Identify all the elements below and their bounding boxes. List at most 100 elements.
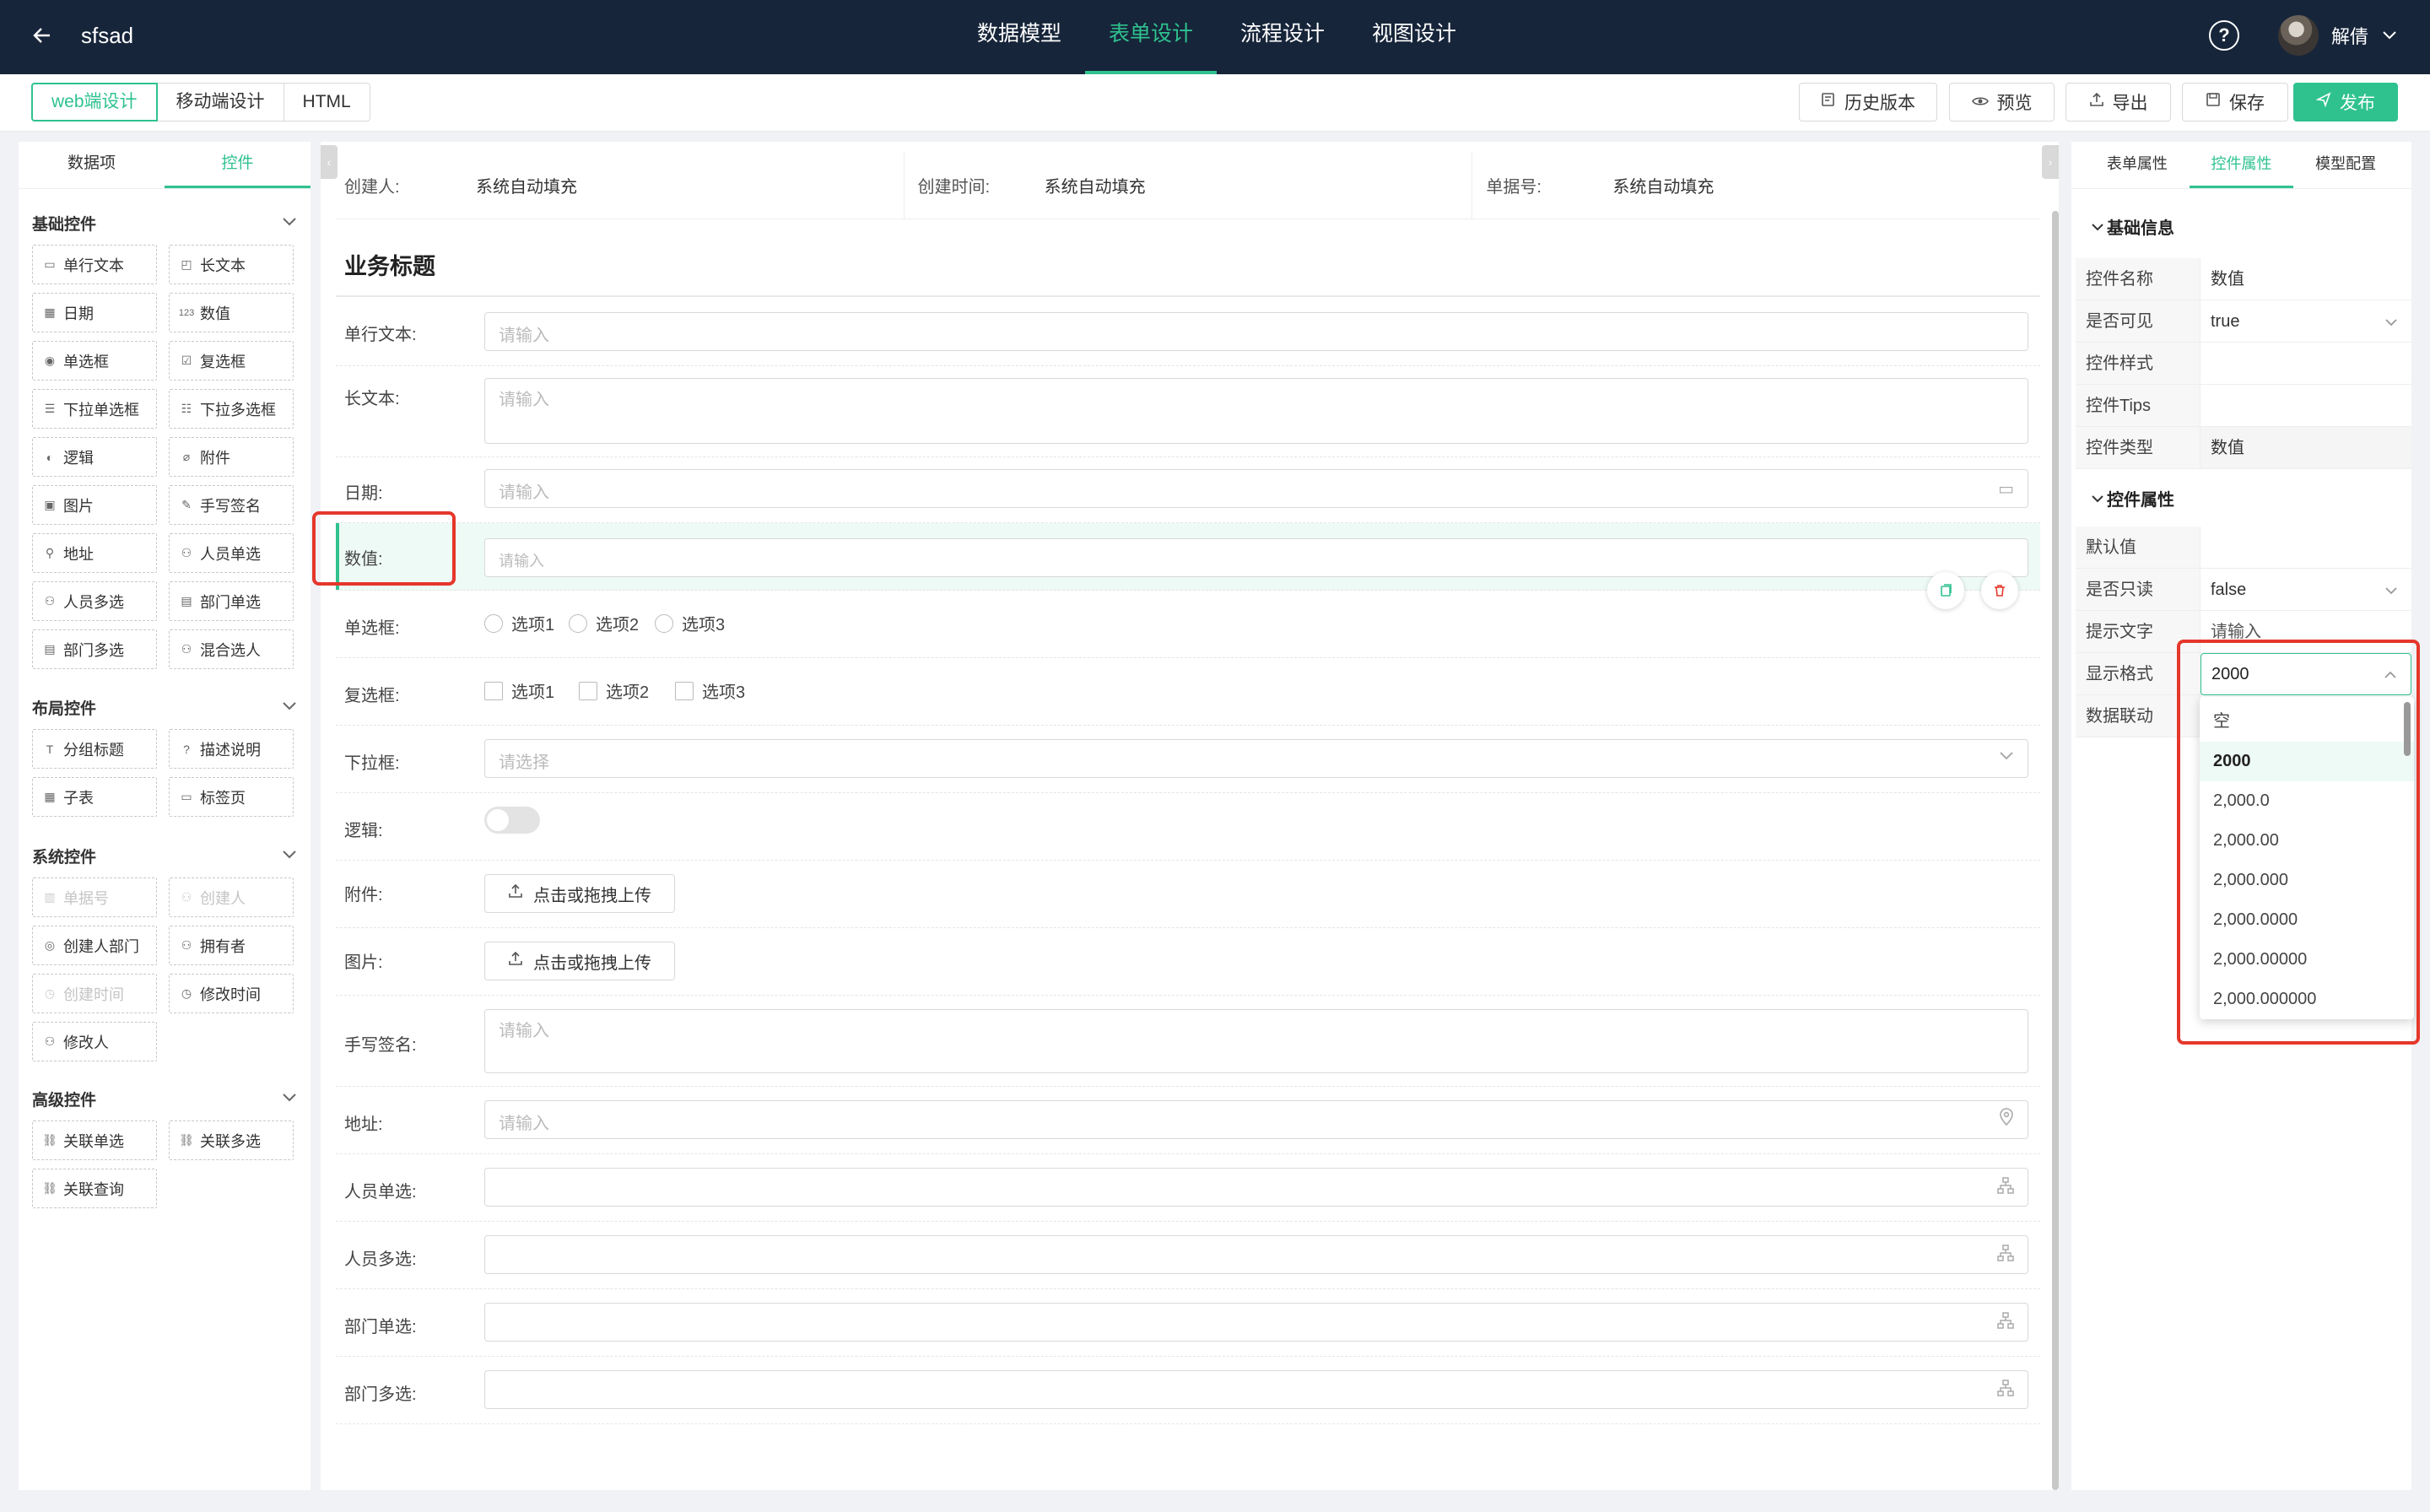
format-option-6-decimal[interactable]: 2,000.000000: [2200, 980, 2414, 1019]
control-style-input[interactable]: [2200, 343, 2411, 384]
display-format-select[interactable]: 2000: [2200, 653, 2411, 695]
tab-control-properties[interactable]: 控件属性: [2189, 142, 2294, 188]
layout-controls-header[interactable]: 布局控件: [32, 690, 297, 724]
field-checkbox[interactable]: 复选框: 选项1 选项2 选项3: [336, 658, 2040, 726]
format-option-empty[interactable]: 空: [2200, 702, 2414, 742]
control-signature[interactable]: ✎ 手写签名: [169, 485, 294, 525]
checkbox-option-2[interactable]: 选项2: [579, 678, 649, 703]
format-option-2000[interactable]: 2000: [2200, 742, 2414, 781]
radio-option-1[interactable]: 选项1: [484, 611, 554, 635]
save-button[interactable]: 保存: [2182, 83, 2288, 122]
collapse-left-icon[interactable]: ‹: [321, 145, 338, 179]
field-radio[interactable]: 单选框: 选项1 选项2 选项3: [336, 591, 2040, 658]
control-date[interactable]: ▦ 日期: [32, 293, 157, 332]
field-date[interactable]: 日期: 请输入 ▭: [336, 457, 2040, 523]
single-text-input[interactable]: 请输入: [484, 312, 2028, 351]
field-image[interactable]: 图片: 点击或拖拽上传: [336, 928, 2040, 996]
tab-form-design[interactable]: 表单设计: [1085, 0, 1218, 74]
tab-controls[interactable]: 控件: [165, 142, 310, 188]
control-radio[interactable]: ◉ 单选框: [32, 341, 157, 381]
control-long-text[interactable]: ◰ 长文本: [169, 245, 294, 284]
tab-data-items[interactable]: 数据项: [19, 142, 165, 188]
field-number-selected[interactable]: 数值: 请输入: [336, 523, 2040, 591]
control-modifier[interactable]: ⚇ 修改人: [32, 1022, 157, 1061]
person-single-input[interactable]: [484, 1168, 2028, 1207]
format-option-3-decimal[interactable]: 2,000.000: [2200, 861, 2414, 900]
tab-data-model[interactable]: 数据模型: [953, 0, 1085, 74]
default-value-input[interactable]: [2200, 526, 2411, 568]
control-dropdown-multi[interactable]: ☷ 下拉多选框: [169, 389, 294, 429]
format-option-4-decimal[interactable]: 2,000.0000: [2200, 900, 2414, 940]
advanced-controls-header[interactable]: 高级控件: [32, 1082, 297, 1115]
checkbox-option-3[interactable]: 选项3: [675, 678, 745, 703]
preview-button[interactable]: 预览: [1949, 83, 2055, 122]
radio-option-3[interactable]: 选项3: [655, 611, 725, 635]
user-name[interactable]: 解倩: [2331, 20, 2368, 54]
address-input[interactable]: 请输入: [484, 1100, 2028, 1139]
signature-input[interactable]: 请输入: [484, 1009, 2028, 1073]
export-button[interactable]: 导出: [2066, 83, 2171, 122]
publish-button[interactable]: 发布: [2293, 83, 2398, 122]
format-option-2-decimal[interactable]: 2,000.00: [2200, 821, 2414, 861]
field-long-text[interactable]: 长文本: 请输入: [336, 366, 2040, 457]
control-address[interactable]: ⚲ 地址: [32, 533, 157, 573]
control-tips-input[interactable]: [2200, 385, 2411, 426]
format-option-5-decimal[interactable]: 2,000.00000: [2200, 940, 2414, 980]
control-person-multi[interactable]: ⚇ 人员多选: [32, 581, 157, 621]
logic-toggle[interactable]: [484, 807, 540, 834]
field-signature[interactable]: 手写签名: 请输入: [336, 996, 2040, 1087]
control-group-title[interactable]: T 分组标题: [32, 729, 157, 769]
tab-form-properties[interactable]: 表单属性: [2085, 142, 2190, 188]
checkbox-option-1[interactable]: 选项1: [484, 678, 554, 703]
control-modify-time[interactable]: ◷ 修改时间: [169, 974, 294, 1013]
placeholder-text-input[interactable]: 请输入: [2200, 611, 2411, 652]
control-name-input[interactable]: 数值: [2200, 258, 2411, 300]
basic-info-group[interactable]: 基础信息: [2092, 214, 2174, 239]
control-number[interactable]: 123 数值: [169, 293, 294, 332]
avatar[interactable]: [2278, 15, 2319, 56]
radio-option-2[interactable]: 选项2: [569, 611, 639, 635]
canvas-scrollbar[interactable]: [2052, 211, 2059, 1490]
dept-multi-input[interactable]: [484, 1370, 2028, 1409]
dept-single-input[interactable]: [484, 1303, 2028, 1342]
help-icon[interactable]: ?: [2209, 20, 2239, 51]
format-option-1-decimal[interactable]: 2,000.0: [2200, 781, 2414, 821]
tab-mobile-design[interactable]: 移动端设计: [156, 83, 284, 122]
attachment-upload-button[interactable]: 点击或拖拽上传: [484, 874, 675, 913]
back-arrow-icon[interactable]: [25, 19, 59, 52]
long-text-input[interactable]: 请输入: [484, 378, 2028, 444]
image-upload-button[interactable]: 点击或拖拽上传: [484, 942, 675, 980]
history-button[interactable]: 历史版本: [1799, 83, 1937, 122]
system-controls-header[interactable]: 系统控件: [32, 839, 297, 872]
field-dropdown[interactable]: 下拉框: 请选择: [336, 726, 2040, 793]
control-image[interactable]: ▣ 图片: [32, 485, 157, 525]
field-attachment[interactable]: 附件: 点击或拖拽上传: [336, 861, 2040, 928]
control-relation-query[interactable]: ⛓ 关联查询: [32, 1169, 157, 1208]
person-multi-input[interactable]: [484, 1235, 2028, 1274]
field-person-single[interactable]: 人员单选:: [336, 1154, 2040, 1222]
control-person-single[interactable]: ⚇ 人员单选: [169, 533, 294, 573]
tab-process-design[interactable]: 流程设计: [1217, 0, 1348, 74]
collapse-right-icon[interactable]: ›: [2042, 145, 2059, 179]
basic-controls-header[interactable]: 基础控件: [32, 206, 297, 240]
control-tabs[interactable]: ▭ 标签页: [169, 777, 294, 817]
control-subtable[interactable]: ▦ 子表: [32, 777, 157, 817]
field-person-multi[interactable]: 人员多选:: [336, 1222, 2040, 1289]
number-input[interactable]: 请输入: [484, 538, 2028, 577]
dropdown-scrollbar[interactable]: [2404, 702, 2411, 756]
field-dept-multi[interactable]: 部门多选:: [336, 1357, 2040, 1424]
visible-select[interactable]: true: [2200, 300, 2411, 342]
control-attachment[interactable]: ⌀ 附件: [169, 437, 294, 477]
control-relation-multi[interactable]: ⛓ 关联多选: [169, 1120, 294, 1160]
field-dept-single[interactable]: 部门单选:: [336, 1289, 2040, 1357]
field-single-text[interactable]: 单行文本: 请输入: [336, 300, 2040, 366]
tab-view-design[interactable]: 视图设计: [1348, 0, 1480, 74]
control-single-text[interactable]: ▭ 单行文本: [32, 245, 157, 284]
tab-html[interactable]: HTML: [283, 83, 370, 122]
control-checkbox[interactable]: ☑ 复选框: [169, 341, 294, 381]
field-address[interactable]: 地址: 请输入: [336, 1087, 2040, 1154]
control-mixed-select[interactable]: ⚇ 混合选人: [169, 629, 294, 669]
control-relation-single[interactable]: ⛓ 关联单选: [32, 1120, 157, 1160]
chevron-down-icon[interactable]: [2379, 25, 2400, 46]
control-dept-multi[interactable]: ▤ 部门多选: [32, 629, 157, 669]
